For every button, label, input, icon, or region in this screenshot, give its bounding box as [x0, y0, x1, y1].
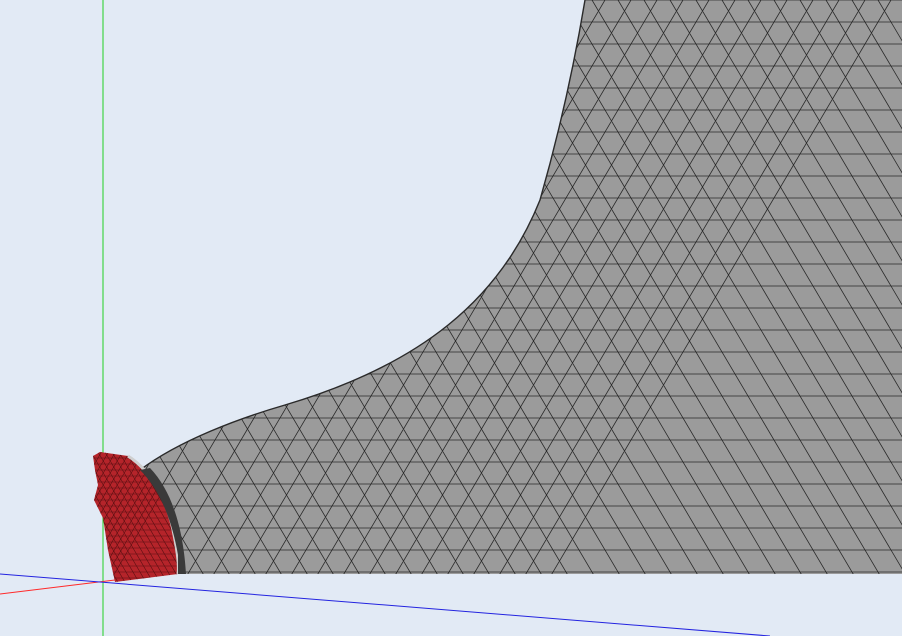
3d-viewport[interactable]: [0, 0, 902, 636]
viewport-canvas[interactable]: [0, 0, 902, 636]
